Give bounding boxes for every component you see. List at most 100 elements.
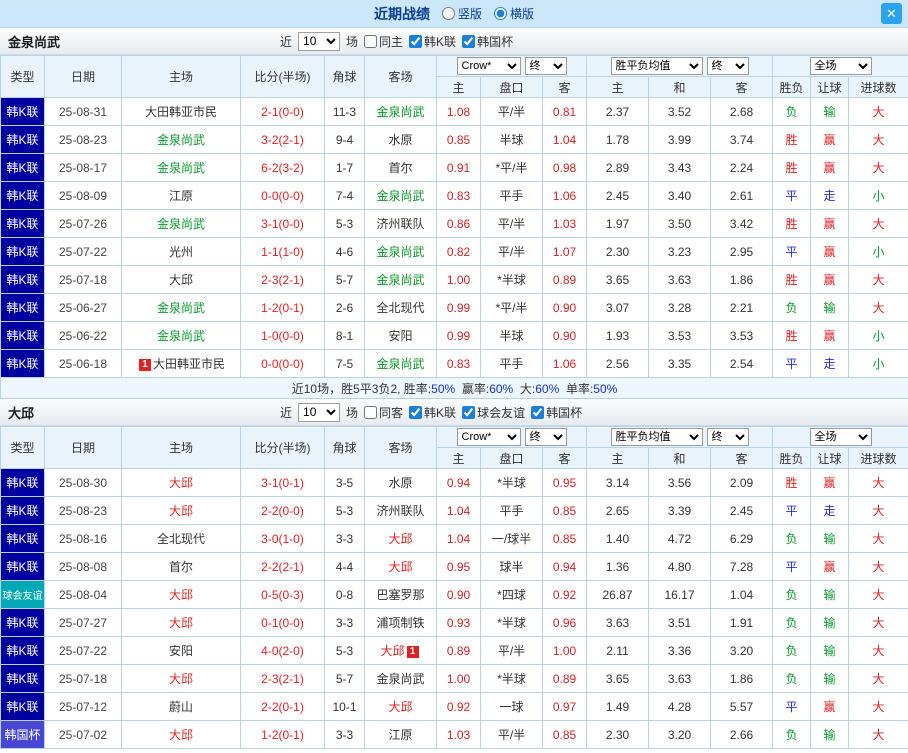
filter-option[interactable]: 韩国杯 xyxy=(531,404,582,421)
home-team[interactable]: 大邱 xyxy=(121,720,241,749)
home-team[interactable]: 首尔 xyxy=(121,552,241,581)
col-score: 比分(半场) xyxy=(240,426,325,469)
home-team[interactable]: 大邱 xyxy=(121,664,241,693)
avg-home-odds: 2.30 xyxy=(586,720,650,749)
filter-option[interactable]: 同主 xyxy=(364,33,403,50)
odds-stage-select[interactable]: 终 xyxy=(524,57,567,75)
away-team[interactable]: 首尔 xyxy=(364,153,437,182)
away-team[interactable]: 安阳 xyxy=(364,321,437,350)
filter-checkbox[interactable] xyxy=(409,405,423,419)
home-team[interactable]: 金泉尚武 xyxy=(121,293,241,322)
away-team[interactable]: 大邱 xyxy=(364,692,437,721)
away-team[interactable]: 济州联队 xyxy=(364,209,437,238)
home-team[interactable]: 蔚山 xyxy=(121,692,241,721)
away-team[interactable]: 金泉尚武 xyxy=(364,97,437,126)
home-team[interactable]: 安阳 xyxy=(121,636,241,665)
away-team[interactable]: 济州联队 xyxy=(364,496,437,525)
filter-label: 同客 xyxy=(379,405,404,420)
horizontal-layout-radio[interactable] xyxy=(494,7,507,20)
filter-checkbox[interactable] xyxy=(364,34,378,48)
corner-count: 4-4 xyxy=(324,552,365,581)
match-scope-select[interactable]: 全场 xyxy=(809,428,872,446)
filter-checkbox[interactable] xyxy=(462,34,476,48)
match-date: 25-08-08 xyxy=(44,552,122,581)
filter-checkbox[interactable] xyxy=(462,405,476,419)
avg-home-odds: 3.14 xyxy=(586,468,650,497)
home-team[interactable]: 1 大田韩亚市民 xyxy=(121,349,241,378)
home-team[interactable]: 大邱 xyxy=(121,468,241,497)
away-team[interactable]: 金泉尚武 xyxy=(364,664,437,693)
home-team[interactable]: 大邱 xyxy=(121,496,241,525)
ah-away-odds: 0.89 xyxy=(541,664,588,693)
home-team[interactable]: 金泉尚武 xyxy=(121,209,241,238)
filter-controls: 近 10 场 同客 韩K联 球会友谊 韩国杯 xyxy=(280,402,582,422)
odds-company-select[interactable]: Crow* xyxy=(456,428,521,446)
odds-stage-select[interactable]: 终 xyxy=(524,428,567,446)
away-team[interactable]: 金泉尚武 xyxy=(364,237,437,266)
home-team[interactable]: 金泉尚武 xyxy=(121,125,241,154)
match-scope-select[interactable]: 全场 xyxy=(809,57,872,75)
result-goals: 大 xyxy=(848,265,908,294)
matches-table: 类型 日期 主场 比分(半场) 角球 客场 Crow* 终 胜平负均值终 全场 主… xyxy=(0,426,908,749)
corner-count: 3-5 xyxy=(324,468,365,497)
filter-checkbox[interactable] xyxy=(364,405,378,419)
filter-option[interactable]: 韩国杯 xyxy=(462,33,513,50)
corner-count: 8-1 xyxy=(324,321,365,350)
filter-checkbox[interactable] xyxy=(409,34,423,48)
away-team[interactable]: 金泉尚武 xyxy=(364,349,437,378)
avg-away-odds: 3.53 xyxy=(710,321,774,350)
avg-home-odds: 1.36 xyxy=(586,552,650,581)
away-team[interactable]: 大邱 xyxy=(364,524,437,553)
result-handicap: 赢 xyxy=(810,209,850,238)
corner-count: 7-4 xyxy=(324,181,365,210)
match-count-select[interactable]: 10 xyxy=(298,402,341,422)
close-button[interactable]: ✕ xyxy=(881,3,902,24)
away-team[interactable]: 金泉尚武 xyxy=(364,181,437,210)
avg-away-odds: 1.86 xyxy=(710,265,774,294)
wdl-stage-select[interactable]: 终 xyxy=(706,428,749,446)
team-header: 大邱 近 10 场 同客 韩K联 球会友谊 韩国杯 xyxy=(0,399,908,426)
layout-option-horizontal[interactable]: 横版 xyxy=(494,5,534,22)
away-team[interactable]: 水原 xyxy=(364,125,437,154)
home-team[interactable]: 大邱 xyxy=(121,608,241,637)
home-team[interactable]: 全北现代 xyxy=(121,524,241,553)
ah-away-odds: 0.85 xyxy=(541,524,588,553)
away-team[interactable]: 水原 xyxy=(364,468,437,497)
match-row: 韩K联 25-06-27 金泉尚武 1-2(0-1) 2-6 全北现代 0.99… xyxy=(0,293,908,322)
filter-option[interactable]: 球会友谊 xyxy=(462,404,525,421)
ah-away-odds: 0.97 xyxy=(541,692,588,721)
away-team[interactable]: 大邱 xyxy=(364,552,437,581)
away-team[interactable]: 大邱 1 xyxy=(364,636,437,665)
vertical-layout-radio[interactable] xyxy=(441,7,455,20)
away-team[interactable]: 金泉尚武 xyxy=(364,265,437,294)
result-goals: 大 xyxy=(848,608,908,637)
away-team[interactable]: 江原 xyxy=(364,720,437,749)
away-team[interactable]: 全北现代 xyxy=(364,293,437,322)
score: 0-1(0-0) xyxy=(240,608,325,637)
home-team[interactable]: 大邱 xyxy=(121,580,241,609)
filter-option[interactable]: 同客 xyxy=(364,404,403,421)
filter-option[interactable]: 韩K联 xyxy=(409,33,456,50)
filter-checkbox[interactable] xyxy=(531,405,545,419)
wdl-stage-select[interactable]: 终 xyxy=(706,57,749,75)
home-team[interactable]: 大田韩亚市民 xyxy=(121,97,241,126)
home-team[interactable]: 江原 xyxy=(121,181,241,210)
home-team[interactable]: 金泉尚武 xyxy=(121,153,241,182)
home-team[interactable]: 金泉尚武 xyxy=(121,321,241,350)
home-team[interactable]: 大邱 xyxy=(121,265,241,294)
match-date: 25-08-17 xyxy=(44,153,122,182)
match-count-select[interactable]: 10 xyxy=(298,31,341,51)
layout-option-vertical[interactable]: 竖版 xyxy=(441,5,482,22)
team-name: 金泉尚武 xyxy=(8,34,61,50)
odds-company-select[interactable]: Crow* xyxy=(456,57,521,75)
score: 3-1(0-1) xyxy=(240,468,325,497)
filter-option[interactable]: 韩K联 xyxy=(409,404,456,421)
home-team[interactable]: 光州 xyxy=(121,237,241,266)
wdl-average-select[interactable]: 胜平负均值 xyxy=(610,57,703,75)
matches-table: 类型 日期 主场 比分(半场) 角球 客场 Crow* 终 胜平负均值终 全场 主… xyxy=(0,55,908,399)
corner-count: 9-4 xyxy=(324,125,365,154)
avg-home-odds: 2.11 xyxy=(586,636,650,665)
wdl-average-select[interactable]: 胜平负均值 xyxy=(610,428,703,446)
away-team[interactable]: 浦项制铁 xyxy=(364,608,437,637)
away-team[interactable]: 巴塞罗那 xyxy=(364,580,437,609)
